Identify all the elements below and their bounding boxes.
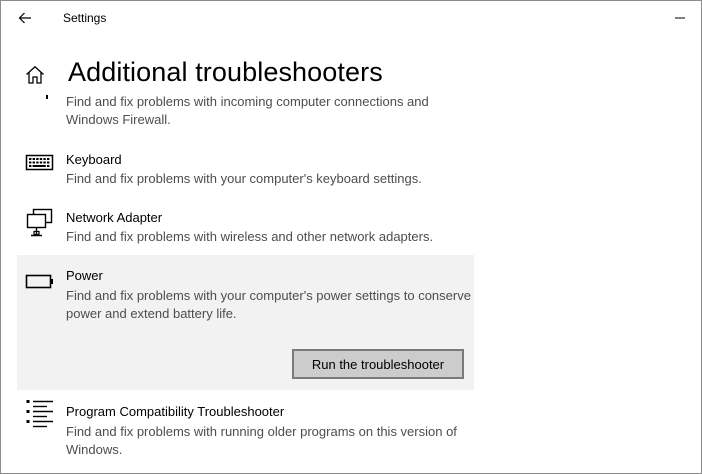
back-button[interactable] xyxy=(11,6,39,30)
page-title: Additional troubleshooters xyxy=(68,57,383,87)
program-compatibility-icon xyxy=(26,400,53,428)
app-title: Settings xyxy=(63,11,107,25)
minimize-button[interactable] xyxy=(661,1,701,35)
troubleshooter-name: Power xyxy=(66,268,103,283)
troubleshooter-item-network-adapter[interactable]: Network Adapter Find and fix problems wi… xyxy=(17,203,474,257)
home-button[interactable] xyxy=(25,65,45,85)
incoming-connections-icon xyxy=(46,95,48,99)
troubleshooter-item-incoming-connections[interactable]: Find and fix problems with incoming comp… xyxy=(17,93,474,127)
troubleshooter-description: Find and fix problems with wireless and … xyxy=(66,229,434,244)
troubleshooter-description: Find and fix problems with your computer… xyxy=(66,288,471,321)
troubleshooter-list: Find and fix problems with incoming comp… xyxy=(1,93,701,473)
troubleshooter-item-program-compatibility[interactable]: Program Compatibility Troubleshooter Fin… xyxy=(17,395,474,461)
run-troubleshooter-button[interactable]: Run the troubleshooter xyxy=(292,349,464,379)
home-icon xyxy=(26,65,44,84)
troubleshooter-item-power[interactable]: Power Find and fix problems with your co… xyxy=(17,255,474,390)
troubleshooter-description: Find and fix problems with your computer… xyxy=(66,171,422,186)
troubleshooter-description: Find and fix problems with running older… xyxy=(66,424,457,457)
battery-icon xyxy=(25,274,53,289)
network-adapter-icon xyxy=(26,208,53,237)
troubleshooter-name: Network Adapter xyxy=(66,210,163,225)
troubleshooter-description: Find and fix problems with incoming comp… xyxy=(66,94,429,127)
settings-window: Settings Additional troubleshooters Find… xyxy=(0,0,702,474)
troubleshooter-name: Keyboard xyxy=(66,152,122,167)
title-bar: Settings xyxy=(1,1,701,35)
troubleshooter-item-keyboard[interactable]: Keyboard Find and fix problems with your… xyxy=(17,145,474,199)
keyboard-icon xyxy=(25,154,54,171)
back-arrow-icon xyxy=(18,12,31,24)
minimize-icon xyxy=(675,17,685,19)
troubleshooter-name: Program Compatibility Troubleshooter xyxy=(66,404,285,419)
